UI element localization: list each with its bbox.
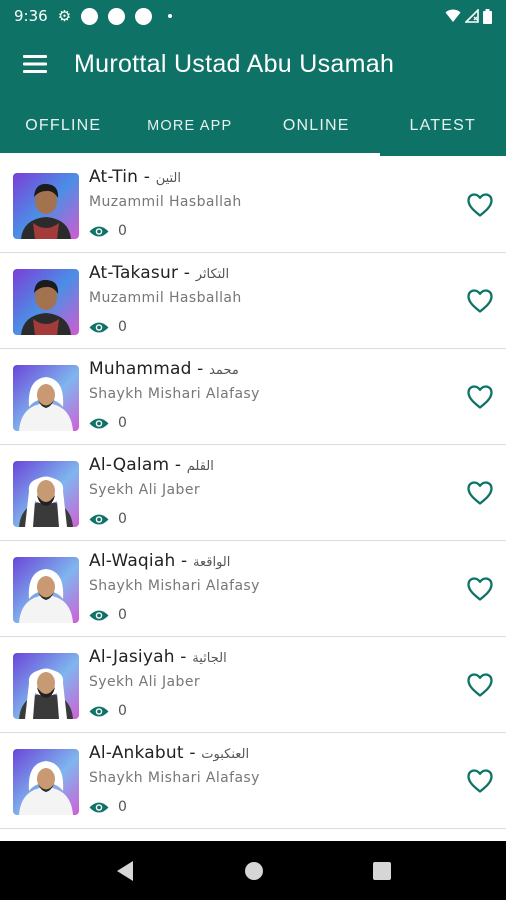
reciter-name: Muzammil Hasballah bbox=[89, 290, 242, 306]
reciter-name: Muzammil Hasballah bbox=[89, 194, 242, 210]
favorite-heart-icon[interactable] bbox=[466, 479, 494, 507]
man-white-headscarf-portrait-image bbox=[13, 557, 79, 623]
surah-arabic: محمد bbox=[209, 363, 239, 378]
system-navigation-bar bbox=[0, 841, 506, 900]
avatar bbox=[13, 653, 79, 719]
reciter-name: Shaykh Mishari Alafasy bbox=[89, 386, 260, 402]
view-count: 0 bbox=[118, 607, 127, 623]
surah-title: Al-Ankabut bbox=[89, 743, 184, 763]
home-icon[interactable] bbox=[244, 861, 264, 881]
surah-arabic: التين bbox=[155, 171, 182, 186]
young-man-portrait-image bbox=[13, 269, 79, 335]
avatar bbox=[13, 557, 79, 623]
surah-arabic: العنكبوت bbox=[201, 747, 250, 762]
surah-title: Al-Jasiyah bbox=[89, 647, 175, 667]
avatar bbox=[13, 749, 79, 815]
young-man-portrait-image bbox=[13, 173, 79, 239]
list-item[interactable] bbox=[0, 829, 506, 841]
list-item[interactable]: Al-Jasiyah - الجاثية Syekh Ali Jaber 0 bbox=[0, 637, 506, 733]
avatar bbox=[13, 269, 79, 335]
surah-arabic: الجاثية bbox=[192, 651, 227, 666]
eye-icon bbox=[89, 706, 109, 716]
favorite-heart-icon[interactable] bbox=[466, 383, 494, 411]
app-bar: Murottal Ustad Abu Usamah bbox=[0, 32, 506, 96]
reciter-name: Shaykh Mishari Alafasy bbox=[89, 578, 260, 594]
list-item[interactable]: At-Takasur - التكاثر Muzammil Hasballah … bbox=[0, 253, 506, 349]
reciter-name: Syekh Ali Jaber bbox=[89, 674, 200, 690]
more-notifications-icon bbox=[168, 14, 173, 18]
wifi-icon bbox=[445, 9, 461, 22]
back-icon[interactable] bbox=[115, 860, 135, 882]
man-white-cap-portrait-image bbox=[13, 653, 79, 719]
notification-icon bbox=[135, 7, 153, 25]
surah-arabic: القلم bbox=[186, 459, 214, 474]
surah-title: Al-Qalam bbox=[89, 455, 170, 475]
tab-indicator bbox=[0, 153, 380, 156]
man-white-cap-portrait-image bbox=[13, 461, 79, 527]
reciter-name: Syekh Ali Jaber bbox=[89, 482, 200, 498]
avatar bbox=[13, 461, 79, 527]
surah-arabic: التكاثر bbox=[195, 267, 230, 282]
surah-arabic: الواقعة bbox=[193, 555, 231, 570]
view-count: 0 bbox=[118, 799, 127, 815]
eye-icon bbox=[89, 418, 109, 428]
man-white-headscarf-portrait-image bbox=[13, 365, 79, 431]
hamburger-menu-icon bbox=[23, 55, 47, 73]
notification-icon bbox=[108, 7, 126, 25]
view-count: 0 bbox=[118, 319, 127, 335]
man-white-headscarf-portrait-image bbox=[13, 749, 79, 815]
view-count: 0 bbox=[118, 511, 127, 527]
eye-icon bbox=[89, 802, 109, 812]
favorite-heart-icon[interactable] bbox=[466, 191, 494, 219]
battery-icon bbox=[483, 8, 492, 24]
status-bar: 9:36 ⚙ bbox=[0, 0, 506, 32]
favorite-heart-icon[interactable] bbox=[466, 767, 494, 795]
surah-title: Al-Waqiah bbox=[89, 551, 176, 571]
view-count: 0 bbox=[118, 223, 127, 239]
list-item[interactable]: Al-Qalam - القلم Syekh Ali Jaber 0 bbox=[0, 445, 506, 541]
view-count: 0 bbox=[118, 703, 127, 719]
tab-latest[interactable]: LATEST bbox=[380, 96, 506, 156]
surah-title: At-Takasur bbox=[89, 263, 179, 283]
view-count: 0 bbox=[118, 415, 127, 431]
eye-icon bbox=[89, 322, 109, 332]
eye-icon bbox=[89, 226, 109, 236]
tab-offline[interactable]: OFFLINE bbox=[0, 96, 127, 156]
app-title: Murottal Ustad Abu Usamah bbox=[74, 49, 395, 78]
eye-icon bbox=[89, 514, 109, 524]
settings-icon: ⚙ bbox=[57, 6, 72, 25]
tab-more-app[interactable]: MORE APP bbox=[127, 96, 254, 156]
signal-icon bbox=[465, 9, 479, 23]
list-item[interactable]: Al-Ankabut - العنكبوت Shaykh Mishari Ala… bbox=[0, 733, 506, 829]
list-item[interactable]: Al-Waqiah - الواقعة Shaykh Mishari Alafa… bbox=[0, 541, 506, 637]
track-list: At-Tin - التين Muzammil Hasballah 0 At-T… bbox=[0, 157, 506, 841]
favorite-heart-icon[interactable] bbox=[466, 671, 494, 699]
tab-online[interactable]: ONLINE bbox=[253, 96, 380, 156]
avatar bbox=[13, 365, 79, 431]
surah-title: Muhammad bbox=[89, 359, 192, 379]
list-item[interactable]: Muhammad - محمد Shaykh Mishari Alafasy 0 bbox=[0, 349, 506, 445]
favorite-heart-icon[interactable] bbox=[466, 575, 494, 603]
menu-button[interactable] bbox=[0, 32, 70, 96]
status-time: 9:36 bbox=[14, 7, 48, 25]
eye-icon bbox=[89, 610, 109, 620]
list-item[interactable]: At-Tin - التين Muzammil Hasballah 0 bbox=[0, 157, 506, 253]
avatar bbox=[13, 173, 79, 239]
favorite-heart-icon[interactable] bbox=[466, 287, 494, 315]
surah-title: At-Tin bbox=[89, 167, 139, 187]
notification-icon bbox=[81, 7, 99, 25]
tab-bar: OFFLINE MORE APP ONLINE LATEST bbox=[0, 96, 506, 156]
reciter-name: Shaykh Mishari Alafasy bbox=[89, 770, 260, 786]
recents-icon[interactable] bbox=[373, 861, 392, 880]
